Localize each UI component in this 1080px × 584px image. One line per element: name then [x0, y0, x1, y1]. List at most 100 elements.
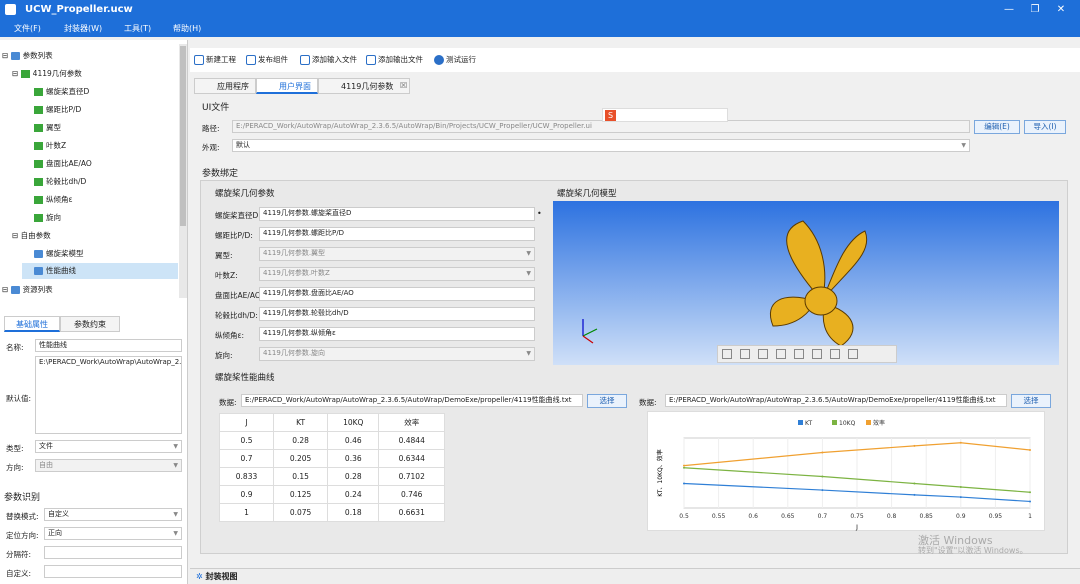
binding-panel: 螺旋桨几何参数 螺旋桨直径D: 4119几何参数.螺旋桨直径D 螺距比P/D: 411… [200, 180, 1068, 554]
perf-title: 螺旋桨性能曲线 [215, 373, 275, 383]
import-button[interactable]: 导入(I) [1024, 120, 1066, 134]
tree-item-param[interactable]: 旋向 [34, 210, 61, 226]
model-viewport[interactable] [553, 201, 1059, 365]
path-label: 路径: [202, 124, 220, 133]
edit-button[interactable]: 编辑(E) [974, 120, 1020, 134]
geo-param-field[interactable]: 4119几何参数.叶数Z ▼ [259, 267, 535, 281]
tree-item-param[interactable]: 盘面比AE/AO [34, 156, 92, 172]
new-project-button[interactable]: 新建工程 [194, 54, 236, 65]
select-button-left[interactable]: 选择 [587, 394, 627, 408]
view-right-icon[interactable] [794, 349, 804, 359]
tab-application[interactable]: 应用程序 [194, 78, 256, 94]
table-header: KT [273, 413, 329, 432]
view-iso-icon[interactable] [848, 349, 858, 359]
x-tick-label: 0.95 [989, 513, 1003, 520]
table-cell: 0.7102 [378, 467, 445, 486]
tree-item-perf[interactable]: 性能曲线 [22, 263, 178, 279]
view-top-icon[interactable] [812, 349, 822, 359]
perf-table: J KT 10KQ 效率 0.5 0.28 0.46 0.4844 0.7 0.205 0.36 0… [218, 413, 445, 522]
x-tick-label: 0.75 [850, 513, 864, 520]
data-point [1029, 500, 1031, 503]
test-run-button[interactable]: 测试运行 [434, 54, 476, 65]
view-front-icon[interactable] [740, 349, 750, 359]
chevron-down-icon: ▼ [526, 350, 531, 357]
custom-input[interactable] [44, 565, 182, 578]
tab-constraint[interactable]: 参数约束 [60, 316, 120, 332]
x-tick-label: 0.55 [712, 513, 726, 520]
geo-param-field[interactable]: 4119几何参数.纵倾角ε [259, 327, 535, 341]
tree-scrollbar[interactable] [179, 44, 187, 298]
y-axis-label: KT、10KQ、效率 [656, 449, 664, 496]
default-field[interactable]: E:\PERACD_Work\AutoWrap\AutoWrap_2.3.6 [35, 356, 182, 434]
add-output-button[interactable]: 添加输出文件 [366, 54, 423, 65]
param-icon [34, 88, 43, 96]
geo-param-field[interactable]: 4119几何参数.螺旋桨直径D [259, 207, 535, 221]
sep-input[interactable] [44, 546, 182, 559]
tree-item-model[interactable]: 螺旋桨模型 [34, 246, 84, 262]
minimize-icon[interactable]: — [1002, 3, 1016, 17]
publish-button[interactable]: 发布组件 [246, 54, 288, 65]
table-row: 1 0.075 0.18 0.6631 [218, 503, 445, 522]
tree-item-param[interactable]: 翼型 [34, 120, 61, 136]
tree-group-free[interactable]: ⊟ 自由参数 [12, 228, 51, 244]
look-select[interactable]: 默认 ▼ [232, 139, 970, 152]
data-point [683, 466, 685, 469]
geo-param-field[interactable]: 4119几何参数.盘面比AE/AO [259, 287, 535, 301]
menu-tools[interactable]: 工具(T) [124, 23, 151, 34]
chevron-down-icon: ▼ [526, 270, 531, 277]
tree-item-param[interactable]: 轮毂比dh/D [34, 174, 86, 190]
close-icon[interactable]: ☒ [400, 81, 407, 90]
geo-param-field[interactable]: 4119几何参数.翼型 ▼ [259, 247, 535, 261]
tree-group-geometry[interactable]: ⊟ 4119几何参数 [12, 66, 82, 82]
view-bottom-icon[interactable] [830, 349, 840, 359]
menu-wrapper[interactable]: 封装器(W) [64, 23, 102, 34]
tab-wrap-view[interactable]: ✲ 封装视图 [196, 571, 238, 582]
geo-param-field[interactable]: 4119几何参数.轮毂比dh/D [259, 307, 535, 321]
view-toolbar[interactable] [717, 345, 897, 363]
toolbar: 新建工程 发布组件 添加输入文件 添加输出文件 测试运行 [190, 48, 1080, 72]
tree-item-param[interactable]: 纵倾角ε [34, 192, 73, 208]
geo-param-field[interactable]: 4119几何参数.旋向 ▼ [259, 347, 535, 361]
mode-select[interactable]: 自定义 ▼ [44, 508, 182, 521]
locate-select[interactable]: 正向 ▼ [44, 527, 182, 540]
data-path-left[interactable]: E:/PERACD_Work/AutoWrap/AutoWrap_2.3.6.5… [241, 394, 583, 407]
x-tick-label: 0.9 [956, 513, 966, 520]
geo-param-field[interactable]: 4119几何参数.螺距比P/D [259, 227, 535, 241]
x-tick-label: 0.8 [887, 513, 897, 520]
tree-item-param[interactable]: 叶数Z [34, 138, 66, 154]
view-left-icon[interactable] [776, 349, 786, 359]
tab-geometry[interactable]: 4119几何参数 [318, 78, 410, 94]
play-icon [434, 55, 444, 65]
tab-basic[interactable]: 基础属性 [4, 316, 60, 332]
legend-swatch [866, 420, 871, 425]
type-select[interactable]: 文件 ▼ [35, 440, 182, 453]
close-icon[interactable]: ✕ [1054, 3, 1068, 17]
geo-param-label: 螺旋桨直径D: [215, 211, 261, 220]
table-header: 效率 [378, 413, 445, 432]
tab-user-interface[interactable]: 用户界面 [256, 78, 318, 94]
data-point [821, 489, 824, 492]
data-point [821, 451, 824, 454]
menu-file[interactable]: 文件(F) [14, 23, 41, 34]
menu-help[interactable]: 帮助(H) [173, 23, 201, 34]
add-input-button[interactable]: 添加输入文件 [300, 54, 357, 65]
tree-root[interactable]: ⊟ 参数列表 [2, 48, 53, 64]
tree-item-param[interactable]: 螺距比P/D [34, 102, 81, 118]
mode-label: 替换模式: [6, 512, 39, 521]
tree-resources[interactable]: ⊟ 资源列表 [2, 282, 53, 298]
dir-select[interactable]: 自由 ▼ [35, 459, 182, 472]
scroll-thumb[interactable] [180, 46, 186, 226]
table-cell: 0.6631 [378, 503, 445, 522]
ime-toolbar[interactable]: S [602, 108, 728, 122]
restore-icon[interactable]: ❐ [1028, 3, 1042, 17]
select-button-right[interactable]: 选择 [1011, 394, 1051, 408]
table-cell: 0.46 [327, 431, 380, 450]
ui-path-field[interactable]: E:/PERACD_Work/AutoWrap/AutoWrap_2.3.6.5… [232, 120, 970, 133]
ident-title: 参数识别 [4, 493, 41, 503]
view-back-icon[interactable] [758, 349, 768, 359]
tree-item-param[interactable]: 螺旋桨直径D [34, 84, 89, 100]
name-field[interactable]: 性能曲线 [35, 339, 182, 352]
data-path-right[interactable]: E:/PERACD_Work/AutoWrap/AutoWrap_2.3.6.5… [665, 394, 1007, 407]
data-point [959, 496, 962, 499]
zoom-fit-icon[interactable] [722, 349, 732, 359]
